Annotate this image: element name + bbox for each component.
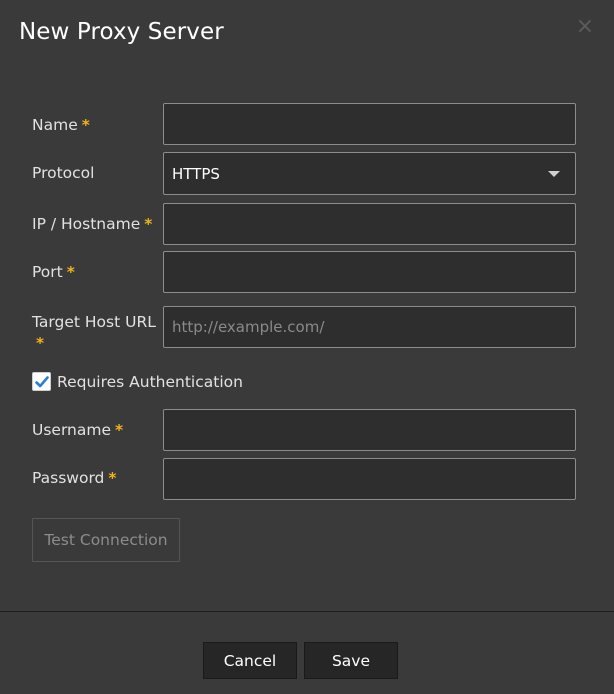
new-proxy-server-dialog: New Proxy Server × Name * Protocol HTTPS …	[0, 0, 614, 694]
required-marker: *	[66, 263, 75, 281]
username-label: Username *	[32, 421, 123, 439]
required-marker: *	[36, 334, 45, 352]
protocol-select[interactable]: HTTPS	[163, 152, 576, 195]
protocol-selected-value: HTTPS	[172, 165, 220, 183]
requires-authentication-label: Requires Authentication	[57, 373, 243, 391]
save-button[interactable]: Save	[304, 642, 398, 679]
target-host-url-label: Target Host URL *	[32, 312, 156, 354]
requires-authentication-checkbox[interactable]	[32, 372, 51, 391]
checkmark-icon	[35, 376, 49, 388]
target-host-url-input[interactable]	[163, 306, 576, 348]
required-marker: *	[81, 116, 90, 134]
hostname-label: IP / Hostname *	[32, 215, 152, 233]
protocol-label: Protocol	[32, 164, 95, 182]
chevron-down-icon	[548, 171, 560, 177]
dialog-title: New Proxy Server	[19, 19, 224, 45]
required-marker: *	[144, 215, 153, 233]
port-input[interactable]	[163, 251, 576, 293]
username-input[interactable]	[163, 409, 576, 451]
close-icon[interactable]: ×	[574, 16, 596, 38]
password-input[interactable]	[163, 458, 576, 500]
test-connection-button[interactable]: Test Connection	[32, 518, 180, 562]
username-label-text: Username	[32, 421, 112, 439]
name-label: Name *	[32, 116, 90, 134]
name-label-text: Name	[32, 116, 78, 134]
hostname-label-text: IP / Hostname	[32, 215, 141, 233]
password-label: Password *	[32, 469, 117, 487]
port-label-text: Port	[32, 263, 63, 281]
port-label: Port *	[32, 263, 75, 281]
cancel-button[interactable]: Cancel	[203, 642, 297, 679]
name-input[interactable]	[163, 103, 576, 145]
required-marker: *	[115, 421, 124, 439]
password-label-text: Password	[32, 469, 105, 487]
target-host-url-label-text: Target Host URL	[32, 313, 156, 331]
hostname-input[interactable]	[163, 203, 576, 245]
required-marker: *	[108, 469, 117, 487]
